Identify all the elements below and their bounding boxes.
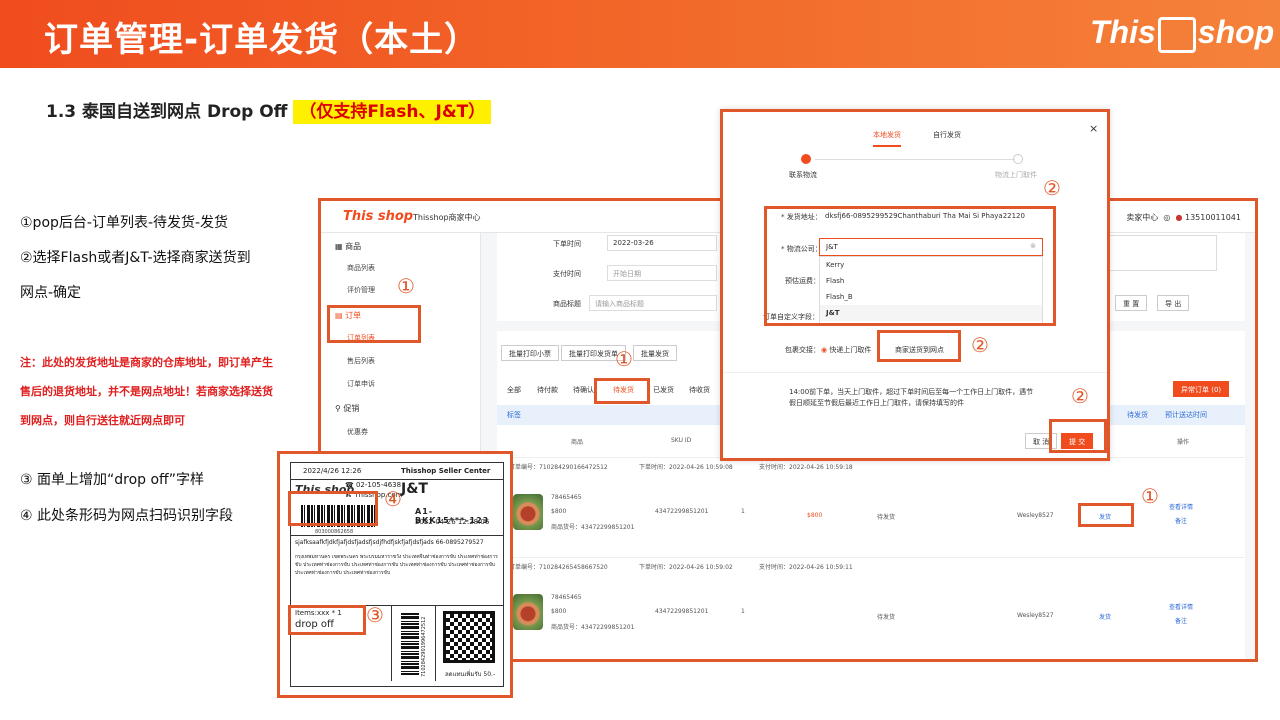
callout-box-order-list bbox=[327, 305, 421, 343]
slide-title: 订单管理-订单发货（本土） bbox=[44, 20, 480, 60]
sidebar-item-complaint[interactable]: 订单申诉 bbox=[347, 379, 375, 389]
export-button[interactable]: 导 出 bbox=[1157, 295, 1190, 311]
ship-button[interactable]: 发货 bbox=[1099, 612, 1111, 621]
marker-2b: ② bbox=[971, 333, 989, 357]
callout-box-submit bbox=[1049, 419, 1107, 453]
pickup-radio-door[interactable]: ◉ 快递上门取件 bbox=[821, 345, 871, 355]
pickup-notice: 14:00前下单，当天上门取件，超过下单时间后至每一个工作日上门取件，遇节假日顺… bbox=[789, 388, 1034, 407]
title-input[interactable]: 请输入商品标题 bbox=[589, 295, 717, 311]
pay-time-input[interactable]: 开始日期 bbox=[607, 265, 717, 281]
callout-box-dropoff bbox=[877, 330, 961, 362]
table-row: 订单编号：7102842654586675​20 下单时间：2022-04-26… bbox=[497, 557, 1245, 657]
product-thumbnail bbox=[513, 594, 543, 630]
shop-logo: This shop bbox=[343, 209, 414, 224]
callout-box-barcode bbox=[288, 491, 378, 526]
sidebar-item-reviews[interactable]: 评价管理 bbox=[347, 285, 375, 295]
step-2: ②选择Flash或者J&T-选择商家送货到 bbox=[20, 250, 251, 266]
sidebar-item-after-sale[interactable]: 售后列表 bbox=[347, 356, 375, 366]
remark-link[interactable]: 备注 bbox=[1175, 516, 1187, 525]
step-1: ①pop后台-订单列表-待发货-发货 bbox=[20, 215, 229, 231]
section-title: 1.3 泰国自送到网点 Drop Off （仅支持Flash、J&T） bbox=[46, 97, 492, 124]
order-time-input[interactable]: 2022-03-26 bbox=[607, 235, 717, 251]
step-3: ③ 面单上增加“drop off”字样 bbox=[20, 472, 204, 488]
sidebar-item-goods[interactable]: ▦ 商品 bbox=[335, 241, 361, 252]
product-thumbnail bbox=[513, 494, 543, 530]
tab-local-ship[interactable]: 本地发货 bbox=[873, 130, 901, 147]
tab-unpaid[interactable]: 待付款 bbox=[537, 385, 558, 395]
callout-box-ship-button bbox=[1078, 503, 1134, 527]
callout-box-carrier bbox=[764, 206, 1056, 326]
step-dot-2 bbox=[1013, 154, 1023, 164]
warning-note: 注：此处的发货地址是商家的仓库地址，即订单产生售后的退货地址，并不是网点地址！若… bbox=[20, 356, 273, 427]
brand-logo: This shop bbox=[1090, 14, 1274, 53]
table-row: 订单编号：7102842901664725​12 下单时间：2022-04-26… bbox=[497, 457, 1245, 547]
sidebar-item-goods-list[interactable]: 商品列表 bbox=[347, 263, 375, 273]
marker-4: ④ bbox=[384, 487, 402, 511]
step-line bbox=[815, 159, 1015, 160]
reset-button[interactable]: 重 置 bbox=[1115, 295, 1148, 311]
marker-3: ③ bbox=[366, 603, 384, 627]
qr-code bbox=[443, 611, 495, 663]
pending-orders-button[interactable]: 异常订单 (0) bbox=[1173, 381, 1230, 397]
tab-self-ship[interactable]: 自行发货 bbox=[933, 130, 961, 140]
step-4: ④ 此处条形码为网点扫码识别字段 bbox=[20, 508, 234, 524]
tab-all[interactable]: 全部 bbox=[507, 385, 521, 395]
section-highlight: （仅支持Flash、J&T） bbox=[293, 100, 492, 124]
sidebar-item-promo[interactable]: ⚲ 促销 bbox=[335, 403, 359, 414]
batch-ship-button[interactable]: 批量发货 bbox=[633, 345, 677, 361]
callout-box-drop-off bbox=[288, 605, 366, 635]
tab-done[interactable]: 待收货 bbox=[689, 385, 710, 395]
user-phone[interactable]: 卖家中心 ◎ ● 13510011041 bbox=[1126, 212, 1241, 223]
bag-icon bbox=[1157, 16, 1196, 53]
marker-1b: ① bbox=[615, 347, 633, 371]
callout-box-to-ship-tab bbox=[594, 378, 650, 404]
marker-2c: ② bbox=[1071, 384, 1089, 408]
marker-1a: ① bbox=[397, 274, 415, 298]
detail-link[interactable]: 查看详情 bbox=[1169, 502, 1193, 511]
print-ticket-button[interactable]: 批量打印小票 bbox=[501, 345, 559, 361]
vertical-barcode bbox=[401, 613, 419, 675]
tab-to-confirm[interactable]: 待确认 bbox=[573, 385, 594, 395]
center-name: Thisshop商家中心 bbox=[413, 213, 481, 222]
step-dot-1 bbox=[801, 154, 811, 164]
filter-extra[interactable] bbox=[1097, 235, 1217, 271]
marker-1c: ① bbox=[1141, 484, 1159, 508]
slide-header: 订单管理-订单发货（本土） This shop bbox=[0, 0, 1280, 68]
detail-link[interactable]: 查看详情 bbox=[1169, 602, 1193, 611]
marker-2a: ② bbox=[1043, 176, 1061, 200]
tab-shipped[interactable]: 已发货 bbox=[653, 385, 674, 395]
close-icon[interactable]: × bbox=[1089, 122, 1098, 135]
step-2b: 网点-确定 bbox=[20, 285, 82, 301]
remark-link[interactable]: 备注 bbox=[1175, 616, 1187, 625]
sidebar-item-coupon[interactable]: 优惠券 bbox=[347, 427, 368, 437]
